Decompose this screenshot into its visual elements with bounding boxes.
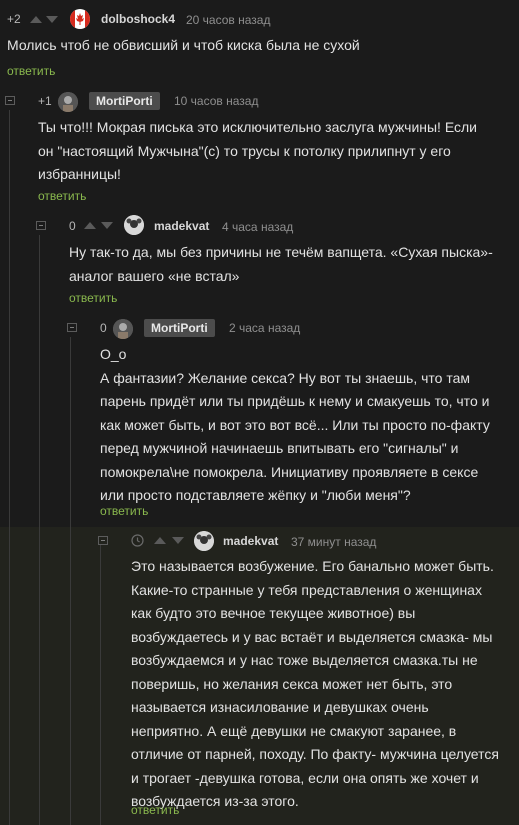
text-line: как может быть, и вот это вот всё... Или… [100, 416, 490, 433]
text-line: Какие-то странные у тебя представления о… [131, 581, 482, 598]
comment-time[interactable]: 4 часа назад [222, 220, 293, 234]
comment-time[interactable]: 20 часов назад [186, 13, 270, 27]
vote-down-icon[interactable] [101, 222, 113, 229]
comment-text: Молись чтоб не обвисший и чтоб киска был… [7, 34, 512, 58]
comment-author[interactable]: madekvat [154, 219, 209, 233]
comment-score: 0 [100, 321, 107, 335]
avatar [194, 531, 214, 551]
text-line: отличие от парней, походу. По факту- муж… [131, 746, 499, 762]
comment-score: +2 [7, 12, 21, 26]
collapse-icon[interactable] [36, 221, 46, 230]
vote-down-icon[interactable] [46, 16, 58, 23]
text-line: Ты что!!! Мокрая писька это исключительн… [38, 119, 478, 135]
text-line: Ну так-то да, мы без причины не течём ва… [69, 244, 493, 260]
collapse-icon[interactable] [5, 96, 15, 105]
comment-time[interactable]: 37 минут назад [291, 535, 376, 549]
text-line: возбуждается из-за этого. [131, 793, 299, 809]
text-line: А фантазии? Желание секса? Ну вот ты зна… [100, 369, 471, 386]
text-line: возбуждаемся и у нас тоже выделяется сма… [131, 652, 478, 668]
vote-up-icon[interactable] [154, 537, 166, 544]
reply-link[interactable]: ответить [69, 291, 117, 305]
text-line: неприятно. А ещё девушки не смакуют зара… [131, 722, 457, 739]
text-line: Молись чтоб не обвисший и чтоб киска был… [7, 37, 360, 53]
comment-author[interactable]: madekvat [223, 534, 278, 548]
canada-flag-icon [70, 9, 90, 29]
comment-text: Это называется возбужение. Его банально … [131, 555, 516, 814]
reply-link[interactable]: ответить [100, 504, 148, 518]
text-line: как будто это вечное текущее животное) в… [131, 605, 416, 621]
comment-author[interactable]: dolboshock4 [101, 12, 175, 26]
text-line: он "настоящий Мужчына"(с) то трусы к пот… [38, 142, 451, 159]
comment-time[interactable]: 2 часа назад [229, 321, 300, 335]
thread-line [70, 337, 71, 825]
comment-time[interactable]: 10 часов назад [174, 94, 258, 108]
reply-link[interactable]: ответить [131, 803, 179, 817]
avatar [58, 92, 78, 112]
vote-up-icon[interactable] [84, 222, 96, 229]
reply-link[interactable]: ответить [38, 189, 86, 203]
text-line: поверишь, но желания секса может нет быт… [131, 675, 453, 692]
avatar [113, 319, 133, 339]
comment-author[interactable]: MortiPorti [144, 319, 215, 337]
text-line: избранницы! [38, 166, 121, 182]
comment-score: 0 [69, 219, 76, 233]
text-line: Это называется возбужение. Его банально … [131, 558, 494, 574]
comment-text: Ну так-то да, мы без причины не течём ва… [69, 241, 515, 288]
collapse-icon[interactable] [98, 536, 108, 545]
clock-icon [131, 534, 144, 552]
thread-line [39, 235, 40, 825]
comment-text: Ты что!!! Мокрая писька это исключительн… [38, 116, 516, 187]
collapse-icon[interactable] [67, 323, 77, 332]
reply-link[interactable]: ответить [7, 64, 55, 78]
text-line: или просто подставляете жёпку и "люби ме… [100, 487, 411, 503]
vote-up-icon[interactable] [30, 16, 42, 23]
text-line: и трогает -девушка готова, если она опят… [131, 769, 479, 786]
avatar [124, 215, 144, 235]
text-line: возбуждаетесь и у вас встаёт и выделяетс… [131, 628, 493, 645]
comment-author[interactable]: MortiPorti [89, 92, 160, 110]
thread-line [9, 110, 10, 825]
text-line: О_о [100, 346, 127, 362]
text-line: аналог вашего «не встал» [69, 267, 240, 284]
text-line: парень придёт или ты придёшь к нему и см… [100, 393, 490, 409]
comment-score: +1 [38, 94, 52, 108]
text-line: помокрела\не помокрела. Инициативу прояв… [100, 463, 479, 480]
text-line: перед мужчиной начинаешь впитывать его "… [100, 440, 459, 456]
text-line: называется изнасилование и девушках очен… [131, 699, 429, 715]
thread-line [100, 545, 101, 825]
comment-text: О_о А фантазии? Желание секса? Ну вот ты… [100, 343, 515, 508]
vote-down-icon[interactable] [172, 537, 184, 544]
